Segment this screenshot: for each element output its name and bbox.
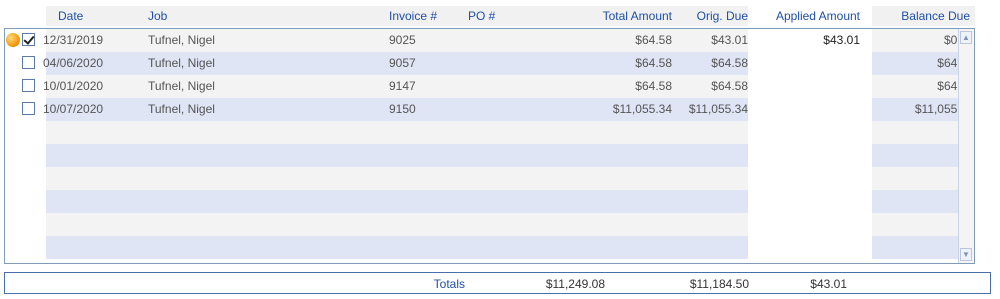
cell-job: Tufnel, Nigel xyxy=(148,79,215,93)
cell-date: 10/07/2020 xyxy=(43,102,104,116)
chevron-down-icon[interactable]: ▼ xyxy=(960,248,972,261)
applied-column-shade xyxy=(748,121,872,144)
col-header-invoice[interactable]: Invoice # xyxy=(389,6,437,26)
row-gutter xyxy=(5,190,46,213)
invoice-grid: 10/07/2020 Tufnel, Nigel 9150 $11,055.34 $11… xyxy=(4,28,975,264)
col-header-balance-due[interactable]: Balance Due xyxy=(872,6,970,26)
cell-orig-due: $64.58 xyxy=(711,79,748,93)
totals-applied-amount: $43.01 xyxy=(810,277,847,291)
empty-row xyxy=(5,190,959,213)
row-gutter xyxy=(5,121,46,144)
table-row[interactable]: 10/01/2020 Tufnel, Nigel 9147 $64.58 $64.58 $… xyxy=(5,75,974,98)
cell-orig-due: $43.01 xyxy=(711,33,748,47)
cell-total-amount: $64.58 xyxy=(635,79,672,93)
cell-date: 10/01/2020 xyxy=(43,79,104,93)
row-checkbox[interactable] xyxy=(22,33,35,46)
cell-orig-due: $64.58 xyxy=(711,56,748,70)
applied-column-shade xyxy=(748,213,872,236)
cell-invoice: 9150 xyxy=(389,102,416,116)
col-header-po[interactable]: PO # xyxy=(468,6,495,26)
row-gutter xyxy=(5,213,46,236)
col-header-date[interactable]: Date xyxy=(58,6,83,26)
col-header-applied-amount[interactable]: Applied Amount xyxy=(756,6,860,26)
row-gutter xyxy=(5,144,46,167)
cell-invoice: 9147 xyxy=(389,79,416,93)
cell-invoice: 9057 xyxy=(389,56,416,70)
cell-applied-amount[interactable] xyxy=(756,98,860,121)
cell-applied-amount[interactable] xyxy=(756,75,860,98)
col-header-job[interactable]: Job xyxy=(148,6,167,26)
totals-total-amount: $11,249.08 xyxy=(545,277,605,291)
row-checkbox[interactable] xyxy=(22,79,35,92)
applied-column-shade xyxy=(748,144,872,167)
chevron-up-icon[interactable]: ▲ xyxy=(960,31,972,44)
table-row[interactable]: 04/06/2020 Tufnel, Nigel 9057 $64.58 $64.58 $… xyxy=(5,52,974,75)
cell-applied-amount[interactable] xyxy=(756,52,860,75)
empty-row xyxy=(5,167,959,190)
row-gutter xyxy=(5,167,46,190)
cell-total-amount: $11,055.34 xyxy=(612,102,672,116)
cell-total-amount: $64.58 xyxy=(635,56,672,70)
table-row[interactable]: 10/07/2020 Tufnel, Nigel 9150 $11,055.34 $11… xyxy=(5,98,974,121)
table-row[interactable]: 12/31/2019 Tufnel, Nigel 9025 $64.58 $43.01 $… xyxy=(5,29,974,52)
empty-row xyxy=(5,144,959,167)
row-gutter xyxy=(5,236,46,259)
cell-date: 12/31/2019 xyxy=(43,33,104,47)
row-checkbox[interactable] xyxy=(22,102,35,115)
cell-job: Tufnel, Nigel xyxy=(148,33,215,47)
vertical-scrollbar[interactable]: ▲ ▼ xyxy=(958,29,974,263)
orange-ball-icon xyxy=(6,33,20,47)
applied-column-shade xyxy=(748,190,872,213)
row-checkbox[interactable] xyxy=(22,56,35,69)
empty-row xyxy=(5,121,959,144)
cell-job: Tufnel, Nigel xyxy=(148,102,215,116)
cell-invoice: 9025 xyxy=(389,33,416,47)
col-header-orig-due[interactable]: Orig. Due xyxy=(660,6,748,26)
cell-total-amount: $64.58 xyxy=(635,33,672,47)
cell-orig-due: $11,055.34 xyxy=(688,102,748,116)
totals-orig-due: $11,184.50 xyxy=(689,277,749,291)
cell-job: Tufnel, Nigel xyxy=(148,56,215,70)
empty-row xyxy=(5,236,959,259)
cell-date: 04/06/2020 xyxy=(43,56,104,70)
totals-bar: Totals $11,249.08 $11,184.50 $43.01 xyxy=(4,272,991,294)
applied-column-shade xyxy=(748,236,872,259)
applied-column-shade xyxy=(748,167,872,190)
col-header-total-amount[interactable]: Total Amount xyxy=(560,6,672,26)
totals-label: Totals xyxy=(433,277,465,291)
empty-row xyxy=(5,213,959,236)
cell-applied-amount[interactable]: $43.01 xyxy=(756,29,860,52)
